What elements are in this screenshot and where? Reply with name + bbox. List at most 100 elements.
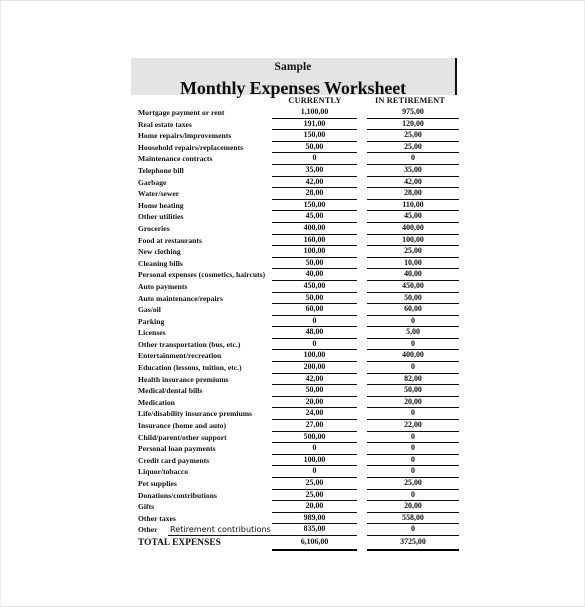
retirement-value-field[interactable]: 40,00: [367, 269, 459, 281]
retirement-value-field[interactable]: 450,00: [367, 281, 459, 293]
retirement-value-field[interactable]: 82,00: [367, 374, 459, 386]
retirement-value-field[interactable]: 0: [367, 339, 459, 351]
retirement-value-field[interactable]: 0: [367, 443, 459, 455]
retirement-value-field[interactable]: 25,00: [367, 246, 459, 258]
retirement-value-field[interactable]: 60,00: [367, 304, 459, 316]
currently-value-field[interactable]: 40,00: [272, 269, 357, 281]
currently-value-field[interactable]: 25,00: [272, 478, 357, 490]
currently-value-field[interactable]: 450,00: [272, 281, 357, 293]
currently-value-field[interactable]: 150,00: [272, 130, 357, 142]
currently-value-field[interactable]: 35,00: [272, 165, 357, 177]
retirement-value-field[interactable]: 0: [367, 455, 459, 467]
retirement-value-field[interactable]: 22,00: [367, 420, 459, 432]
currently-value-field[interactable]: 20,00: [272, 501, 357, 513]
expense-label: Cleaning bills: [138, 258, 183, 268]
retirement-value-field[interactable]: 558,00: [367, 513, 459, 525]
retirement-value-field[interactable]: 0: [367, 316, 459, 328]
retirement-value-field[interactable]: 50,00: [367, 293, 459, 305]
table-row: Mortgage payment or rent 1,100,00 975,00: [1, 107, 584, 119]
currently-value-field[interactable]: 0: [272, 153, 357, 165]
retirement-value-field[interactable]: 25,00: [367, 142, 459, 154]
currently-value-field[interactable]: 42,00: [272, 177, 357, 189]
retirement-value-field-other[interactable]: 0: [367, 524, 459, 536]
currently-value-field[interactable]: 400,00: [272, 223, 357, 235]
retirement-value-field[interactable]: 0: [367, 432, 459, 444]
retirement-value-field[interactable]: 42,00: [367, 177, 459, 189]
currently-value-field[interactable]: 500,00: [272, 432, 357, 444]
retirement-value-field[interactable]: 50,00: [367, 385, 459, 397]
retirement-value-field[interactable]: 975,00: [367, 107, 459, 119]
title-band: Sample Monthly Expenses Worksheet: [131, 58, 457, 98]
table-row: Life/disability insurance premiums 24,00 0: [1, 408, 584, 421]
retirement-value-field[interactable]: 20,00: [367, 397, 459, 409]
retirement-value-field[interactable]: 28,00: [367, 188, 459, 200]
retirement-value-field[interactable]: 0: [367, 408, 459, 421]
expense-label: Licenses: [138, 328, 166, 338]
currently-value-field[interactable]: 0: [272, 339, 357, 351]
table-row: Credit card payments 100,00 0: [1, 455, 584, 467]
table-row: Telephone bill 35,00 35,00: [1, 165, 584, 177]
retirement-value-field[interactable]: 100,00: [367, 235, 459, 247]
currently-value-field[interactable]: 42,00: [272, 374, 357, 386]
currently-value-field[interactable]: 27,00: [272, 420, 357, 432]
currently-value-field[interactable]: 0: [272, 316, 357, 328]
table-row: Maintenance contracts 0 0: [1, 153, 584, 165]
currently-value-field[interactable]: 60,00: [272, 304, 357, 316]
page-title: Monthly Expenses Worksheet: [179, 77, 407, 98]
retirement-value-field[interactable]: 35,00: [367, 165, 459, 177]
expense-label: Household repairs/replacements: [138, 142, 244, 152]
retirement-value-field[interactable]: 25,00: [367, 478, 459, 490]
currently-value-field[interactable]: 28,00: [272, 188, 357, 200]
table-row-total: TOTAL EXPENSES 6,106,00 3725,00: [1, 536, 584, 551]
currently-value-field[interactable]: 48,00: [272, 327, 357, 339]
retirement-value-field[interactable]: 25,00: [367, 130, 459, 142]
currently-value-field[interactable]: 0: [272, 466, 357, 478]
retirement-value-field[interactable]: 0: [367, 466, 459, 478]
retirement-value-field[interactable]: 0: [367, 490, 459, 502]
retirement-value-field[interactable]: 400,00: [367, 350, 459, 363]
expense-label: Mortgage payment or rent: [138, 108, 225, 117]
total-retirement-value[interactable]: 3725,00: [367, 536, 459, 551]
table-row-other: Other Retirement contributions 835,00 0: [1, 524, 584, 537]
currently-value-field[interactable]: 45,00: [272, 211, 357, 223]
currently-value-field[interactable]: 989,00: [272, 513, 357, 525]
expense-label: Auto maintenance/repairs: [138, 293, 223, 303]
expense-label: Food at restaurants: [138, 235, 202, 245]
currently-value-field[interactable]: 24,00: [272, 408, 357, 421]
retirement-value-field[interactable]: 10,00: [367, 258, 459, 270]
currently-value-field[interactable]: 0: [272, 443, 357, 455]
retirement-value-field[interactable]: 20,00: [367, 501, 459, 513]
expense-label: Real estate taxes: [138, 119, 192, 129]
expense-label: Garbage: [138, 177, 167, 187]
retirement-value-field[interactable]: 45,00: [367, 211, 459, 223]
total-currently-value[interactable]: 6,106,00: [272, 536, 357, 551]
retirement-value-field[interactable]: 5,00: [367, 327, 459, 339]
currently-value-field[interactable]: 100,00: [272, 350, 357, 363]
table-row: Health insurance premiums 42,00 82,00: [1, 374, 584, 386]
currently-value-field[interactable]: 20,00: [272, 397, 357, 409]
currently-value-field-other[interactable]: 835,00: [272, 524, 357, 536]
retirement-value-field[interactable]: 110,00: [367, 200, 459, 212]
currently-value-field[interactable]: 100,00: [272, 246, 357, 258]
currently-value-field[interactable]: 50,00: [272, 142, 357, 154]
currently-value-field[interactable]: 25,00: [272, 490, 357, 502]
retirement-value-field[interactable]: 0: [367, 362, 459, 374]
currently-value-field[interactable]: 100,00: [272, 455, 357, 467]
expense-label: Insurance (home and auto): [138, 421, 227, 431]
retirement-value-field[interactable]: 0: [367, 153, 459, 165]
currently-value-field[interactable]: 191,00: [272, 119, 357, 131]
table-row: Gifts 20,00 20,00: [1, 501, 584, 513]
currently-value-field[interactable]: 150,00: [272, 200, 357, 212]
currently-value-field[interactable]: 200,00: [272, 362, 357, 374]
retirement-value-field[interactable]: 400,00: [367, 223, 459, 235]
expense-label: Pet supplies: [138, 479, 177, 488]
currently-value-field[interactable]: 50,00: [272, 385, 357, 397]
retirement-value-field[interactable]: 120,00: [367, 119, 459, 131]
table-row: Groceries 400,00 400,00: [1, 223, 584, 235]
currently-value-field[interactable]: 50,00: [272, 293, 357, 305]
currently-value-field[interactable]: 50,00: [272, 258, 357, 270]
currently-value-field[interactable]: 160,00: [272, 235, 357, 247]
table-row: New clothing 100,00 25,00: [1, 246, 584, 258]
expense-label: Donations/contributions: [138, 490, 217, 500]
currently-value-field[interactable]: 1,100,00: [272, 107, 357, 119]
